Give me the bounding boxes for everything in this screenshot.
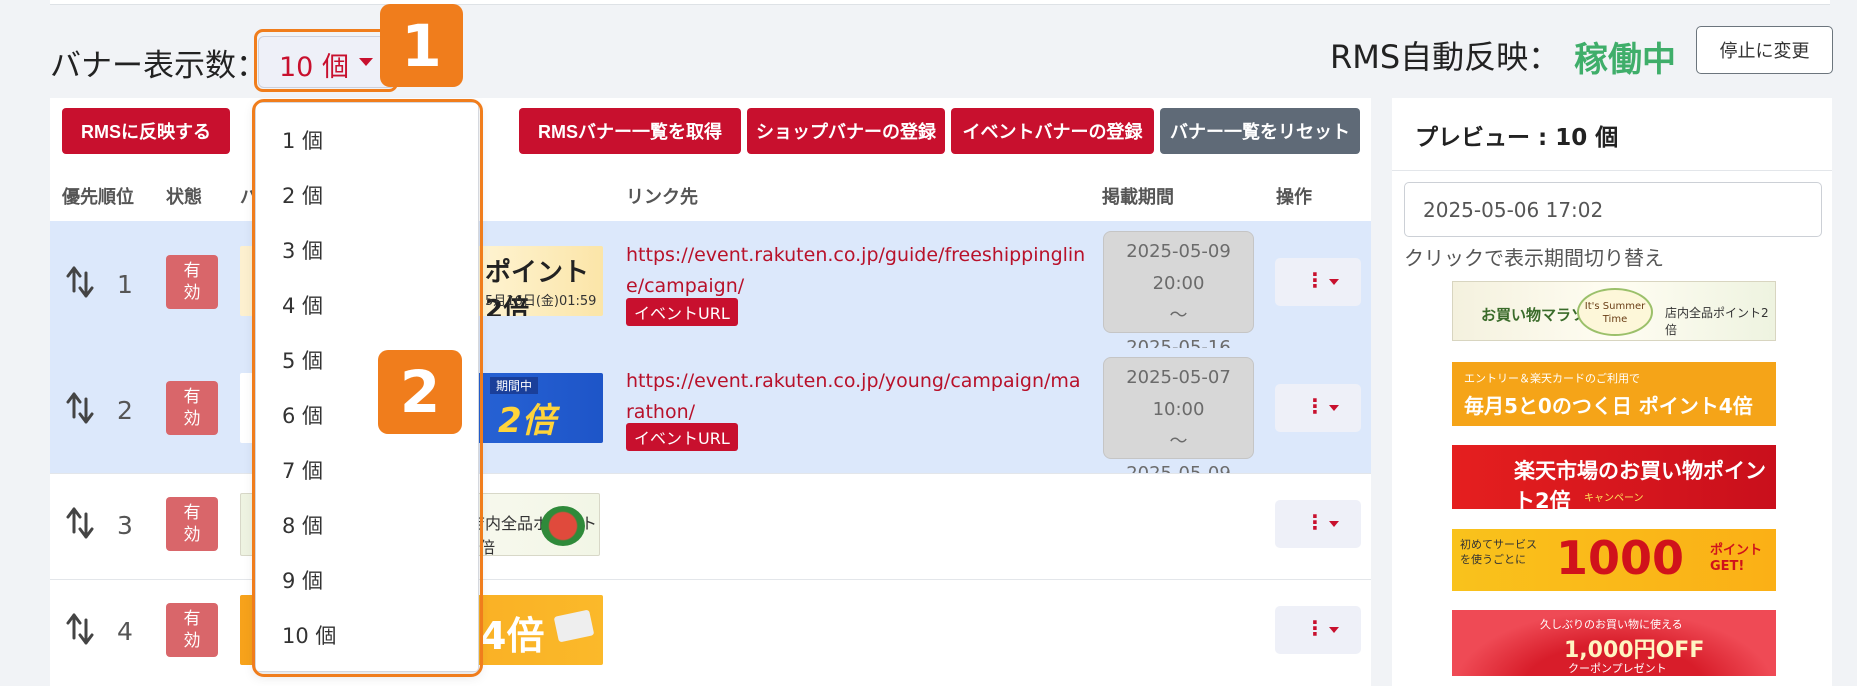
- kebab-icon: ⋮: [1305, 268, 1325, 292]
- kebab-icon: ⋮: [1305, 616, 1325, 640]
- divider: [1392, 170, 1832, 171]
- status-badge: 有効: [166, 497, 218, 551]
- priority-number: 1: [117, 270, 133, 299]
- priority-number: 3: [117, 511, 133, 540]
- preview-date-input[interactable]: [1404, 182, 1822, 237]
- row-action-menu-button[interactable]: ⋮: [1275, 384, 1361, 432]
- drag-sort-icon[interactable]: [66, 506, 94, 540]
- kebab-icon: ⋮: [1305, 394, 1325, 418]
- caret-down-icon: [1329, 405, 1339, 411]
- callout-highlight-1: [254, 29, 398, 92]
- caret-down-icon: [1329, 627, 1339, 633]
- header-period: 掲載期間: [1102, 187, 1174, 208]
- row-action-menu-button[interactable]: ⋮: [1275, 258, 1361, 306]
- preview-banner[interactable]: 久しぶりのお買い物に使える 1,000円OFF クーポンプレゼント: [1452, 610, 1776, 676]
- row-action-menu-button[interactable]: ⋮: [1275, 500, 1361, 548]
- drag-sort-icon[interactable]: [66, 265, 94, 299]
- header-priority: 優先順位: [62, 187, 134, 208]
- rms-auto-label: RMS自動反映：: [1330, 38, 1561, 76]
- status-badge: 有効: [166, 255, 218, 309]
- preview-banner[interactable]: 楽天市場のお買い物ポイント2倍 キャンペーン: [1452, 445, 1776, 509]
- apply-rms-button[interactable]: RMSに反映する: [62, 108, 230, 154]
- preview-banner[interactable]: 初めてサービスを使うごとに 1000 ポイントGET!: [1452, 529, 1776, 591]
- row-action-menu-button[interactable]: ⋮: [1275, 606, 1361, 654]
- caret-down-icon: [1329, 279, 1339, 285]
- caret-down-icon: [1329, 521, 1339, 527]
- preview-hint: クリックで表示期間切り替え: [1404, 246, 1664, 270]
- kebab-icon: ⋮: [1305, 510, 1325, 534]
- preview-title: プレビュー : 10 個: [1415, 125, 1619, 151]
- preview-banner[interactable]: エントリー＆楽天カードのご利用で 毎月5と0のつく日 ポイント4倍: [1452, 362, 1776, 426]
- drag-sort-icon[interactable]: [66, 612, 94, 646]
- display-period: 2025-05-09 20:00 〜 2025-05-16 01:59: [1103, 231, 1254, 390]
- event-url-tag: イベントURL: [626, 423, 738, 451]
- rms-status-text: 稼働中: [1574, 40, 1676, 80]
- event-url-tag: イベントURL: [626, 298, 738, 326]
- status-badge: 有効: [166, 381, 218, 435]
- status-badge: 有効: [166, 603, 218, 657]
- display-period: 2025-05-07 10:00 〜 2025-05-09 19:59: [1103, 357, 1254, 516]
- link-url[interactable]: https://event.rakuten.co.jp/young/campai…: [626, 366, 1086, 428]
- register-shop-banner-button[interactable]: ショップバナーの登録: [747, 108, 945, 154]
- reset-banner-list-button[interactable]: バナー一覧をリセット: [1160, 108, 1360, 154]
- header-status: 状態: [166, 187, 202, 208]
- register-event-banner-button[interactable]: イベントバナーの登録: [951, 108, 1154, 154]
- top-card-edge: [50, 0, 1830, 5]
- callout-number-1: 1: [380, 4, 463, 87]
- fetch-rms-banners-button[interactable]: RMSバナー一覧を取得: [519, 108, 741, 154]
- priority-number: 4: [117, 617, 133, 646]
- preview-banner[interactable]: お買い物マラソン It's Summer Time 店内全品ポイント2倍: [1452, 281, 1776, 341]
- banner-count-label: バナー表示数：: [50, 48, 267, 84]
- link-url[interactable]: https://event.rakuten.co.jp/guide/freesh…: [626, 240, 1086, 302]
- header-link: リンク先: [626, 187, 698, 208]
- stop-button[interactable]: 停止に変更: [1696, 26, 1833, 74]
- callout-number-2: 2: [378, 350, 462, 434]
- drag-sort-icon[interactable]: [66, 391, 94, 425]
- header-action: 操作: [1276, 187, 1312, 208]
- priority-number: 2: [117, 396, 133, 425]
